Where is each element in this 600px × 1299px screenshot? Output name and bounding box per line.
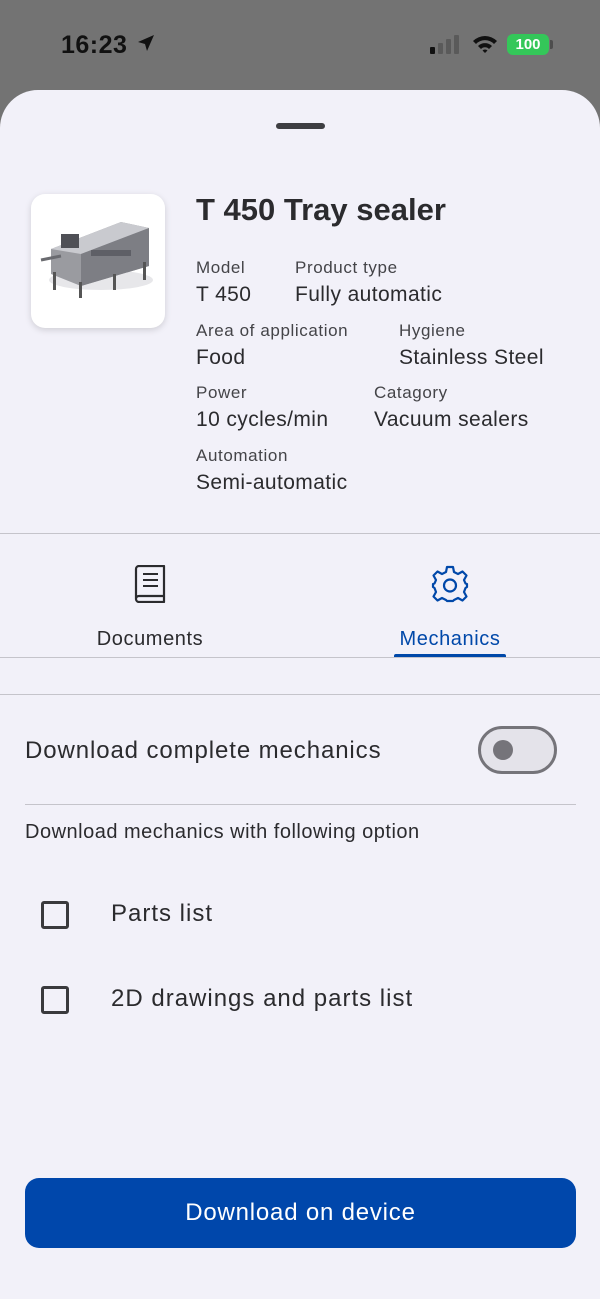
tabs-divider [0,657,600,658]
2d-drawings-label: 2D drawings and parts list [111,985,414,1012]
option-2d-drawings[interactable]: 2D drawings and parts list [0,968,600,1028]
tab-mechanics[interactable]: Mechanics [300,535,600,657]
content-divider [0,694,600,695]
spec-label-product-type: Product type [295,258,398,277]
battery-icon: 100 [507,34,549,55]
toggle-knob [493,740,513,760]
spec-value-category: Vacuum sealers [374,408,529,431]
status-bar: 16:23 100 [0,0,600,90]
spec-value-product-type: Fully automatic [295,283,443,306]
book-icon [132,564,168,608]
tab-documents[interactable]: Documents [0,535,300,657]
download-on-device-button[interactable]: Download on device [25,1178,576,1248]
spec-value-model: T 450 [196,283,252,306]
spec-label-model: Model [196,258,246,277]
product-title: T 450 Tray sealer [196,192,446,227]
options-heading: Download mechanics with following option [25,821,420,843]
spec-label-category: Catagory [374,383,448,402]
option-divider [25,804,576,805]
spec-value-area: Food [196,346,246,369]
battery-tip [550,40,553,49]
sheet-grabber[interactable] [276,123,325,129]
spec-value-automation: Semi-automatic [196,471,348,494]
parts-list-label: Parts list [111,900,214,927]
spec-label-hygiene: Hygiene [399,321,466,340]
spec-label-automation: Automation [196,446,288,465]
location-arrow-icon [136,33,156,58]
spec-value-power: 10 cycles/min [196,408,329,431]
parts-list-checkbox[interactable] [41,901,69,929]
option-parts-list[interactable]: Parts list [0,883,600,943]
download-complete-label: Download complete mechanics [25,737,382,764]
spec-label-power: Power [196,383,248,402]
tab-mechanics-label: Mechanics [399,628,501,650]
header-divider [0,533,600,534]
tab-documents-label: Documents [96,628,204,650]
cellular-signal-icon [430,34,462,59]
gear-icon [431,565,469,608]
product-image [31,194,165,328]
spec-label-area: Area of application [196,321,349,340]
download-complete-toggle[interactable] [478,726,557,774]
product-sheet: T 450 Tray sealer Model T 450 Product ty… [0,90,600,1299]
spec-value-hygiene: Stainless Steel [399,346,544,369]
2d-drawings-checkbox[interactable] [41,986,69,1014]
wifi-icon [472,34,498,59]
status-time: 16:23 [61,31,128,59]
